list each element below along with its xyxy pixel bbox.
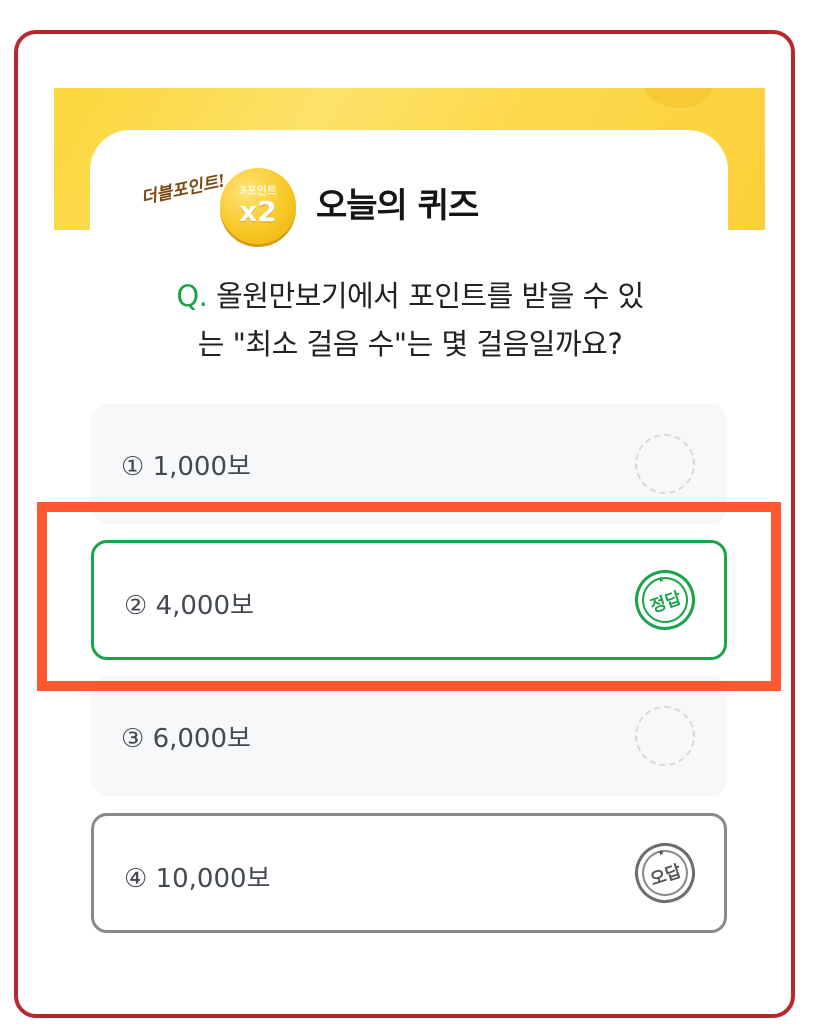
answer-option-1[interactable]: ① 1,000보 — [91, 404, 727, 524]
dashed-circle-icon — [635, 706, 695, 766]
option-label: ① 1,000보 — [121, 452, 251, 482]
question-line-2: 는 "최소 걸음 수"는 몇 걸음일까요? — [197, 327, 623, 361]
answer-option-3[interactable]: ③ 6,000보 — [91, 676, 727, 796]
gold-coin-icon: 3포인트 x2 — [220, 168, 296, 244]
question-line-1-text: 올원만보기에서 포인트를 받을 수 있 — [216, 279, 644, 313]
stamp-star-icon: ★ — [656, 847, 666, 859]
stamp-star-icon: ★ — [656, 574, 666, 586]
wrong-stamp-icon: ★ 오답 — [627, 835, 703, 911]
answer-option-4[interactable]: ④ 10,000보 ★ 오답 — [91, 813, 727, 933]
option-label: ② 4,000보 — [124, 591, 254, 621]
quiz-title-text: 오늘의 퀴즈 — [316, 186, 479, 226]
banner-decoration — [644, 88, 714, 108]
option-label: ④ 10,000보 — [124, 864, 271, 894]
stamp-text: 오답 — [647, 861, 684, 890]
option-label: ③ 6,000보 — [121, 724, 251, 754]
stamp-text: 정답 — [647, 588, 684, 617]
correct-stamp-icon: ★ 정답 — [627, 562, 703, 638]
dashed-circle-icon — [635, 434, 695, 494]
question-prefix: Q. — [176, 279, 208, 313]
answer-option-2[interactable]: ② 4,000보 ★ 정답 — [91, 540, 727, 660]
question-line-1: Q. 올원만보기에서 포인트를 받을 수 있 — [120, 272, 700, 320]
coin-multiplier: x2 — [239, 195, 277, 228]
question-text: Q. 올원만보기에서 포인트를 받을 수 있 는 "최소 걸음 수"는 몇 걸음… — [120, 272, 700, 368]
quiz-title: 오늘의 퀴즈 — [316, 178, 479, 227]
